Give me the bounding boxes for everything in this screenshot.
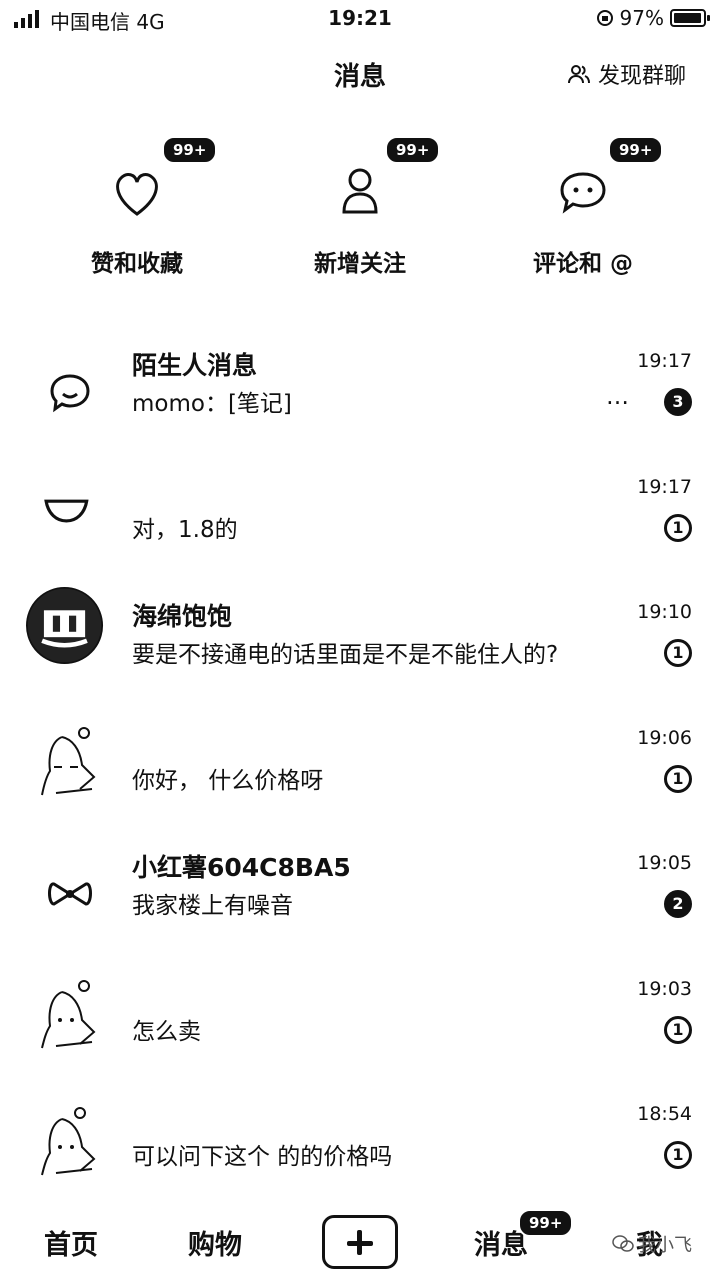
message-time: 19:03 bbox=[637, 978, 692, 1000]
battery-icon bbox=[670, 9, 710, 27]
discover-groups-button[interactable]: 发现群聊 bbox=[567, 58, 686, 90]
message-time: 19:05 bbox=[637, 852, 692, 874]
list-item-conversation[interactable]: 对，1.8的 19:17 1 bbox=[0, 456, 720, 581]
list-item-stranger-messages[interactable]: 陌生人消息 momo：[笔记] … 19:17 3 bbox=[0, 330, 720, 455]
message-time: 19:06 bbox=[637, 727, 692, 749]
comments-badge: 99+ bbox=[608, 136, 664, 164]
nav-home[interactable]: 首页 bbox=[44, 1223, 98, 1262]
avatar bbox=[41, 1107, 96, 1176]
list-item-conversation[interactable]: 海绵饱饱 要是不接通电的话里面是不是不能住人的? 19:10 1 bbox=[0, 581, 720, 706]
conversation-name: 陌生人消息 bbox=[132, 351, 258, 380]
message-time: 19:17 bbox=[637, 350, 692, 372]
list-item-conversation[interactable]: 小红薯604C8BA5 我家楼上有噪音 19:05 2 bbox=[0, 832, 720, 957]
bottom-nav: 首页 购物 消息 99+ 我 我小飞 bbox=[0, 1195, 720, 1280]
list-item-conversation[interactable]: 你好， 什么价格呀 19:06 1 bbox=[0, 707, 720, 832]
followers-label: 新增关注 bbox=[314, 251, 406, 277]
unread-count: 1 bbox=[664, 1141, 692, 1169]
stranger-chat-icon bbox=[50, 374, 90, 413]
avatar bbox=[41, 727, 96, 796]
conversation-name: 小红薯604C8BA5 bbox=[132, 853, 351, 882]
bow-icon bbox=[48, 882, 92, 906]
people-icon bbox=[567, 65, 590, 84]
conversation-preview: 我家楼上有噪音 bbox=[132, 893, 293, 919]
unread-count: 3 bbox=[664, 388, 692, 416]
person-icon bbox=[342, 168, 378, 214]
likes-badge: 99+ bbox=[162, 136, 218, 164]
conversation-preview: 怎么卖 bbox=[132, 1019, 201, 1045]
messages-badge: 99+ bbox=[518, 1209, 574, 1237]
list-item-conversation[interactable]: 可以问下这个 的的价格吗 18:54 1 bbox=[0, 1083, 720, 1208]
conversation-preview: 可以问下这个 的的价格吗 bbox=[132, 1144, 393, 1170]
comments-and-mentions-entry[interactable]: 99+ 评论和 @ bbox=[483, 120, 683, 290]
unread-count: 1 bbox=[664, 514, 692, 542]
followers-badge: 99+ bbox=[385, 136, 441, 164]
discover-groups-label: 发现群聊 bbox=[597, 64, 686, 89]
conversation-preview: momo：[笔记] bbox=[132, 391, 292, 417]
battery-level bbox=[674, 13, 702, 23]
watermark-text: 我小飞 bbox=[638, 1235, 692, 1256]
avatar bbox=[44, 499, 89, 523]
create-post-button[interactable] bbox=[322, 1215, 398, 1269]
unread-count: 1 bbox=[664, 1016, 692, 1044]
battery-percent: 97% bbox=[619, 6, 664, 30]
avatar bbox=[26, 587, 104, 665]
watermark: 我小飞 bbox=[612, 1231, 692, 1257]
status-bar: 中国电信 4G 19:21 97% bbox=[0, 0, 720, 40]
orientation-lock-icon bbox=[596, 10, 613, 26]
unread-count: 1 bbox=[664, 765, 692, 793]
unread-count: 2 bbox=[664, 890, 692, 918]
new-followers-entry[interactable]: 99+ 新增关注 bbox=[260, 120, 460, 290]
nav-shop[interactable]: 购物 bbox=[188, 1223, 242, 1262]
preview-ellipsis: … bbox=[606, 384, 629, 410]
comment-icon bbox=[560, 172, 606, 214]
message-time: 19:10 bbox=[637, 601, 692, 623]
conversation-preview: 对，1.8的 bbox=[132, 517, 238, 543]
avatar bbox=[41, 980, 96, 1049]
unread-count: 1 bbox=[664, 639, 692, 667]
conversation-name: 海绵饱饱 bbox=[132, 602, 233, 631]
heart-icon bbox=[116, 173, 158, 216]
likes-and-collections-entry[interactable]: 99+ 赞和收藏 bbox=[37, 120, 237, 290]
message-time: 18:54 bbox=[637, 1103, 692, 1125]
likes-label: 赞和收藏 bbox=[91, 251, 183, 277]
wechat-icon bbox=[612, 1235, 634, 1252]
conversation-preview: 你好， 什么价格呀 bbox=[132, 768, 324, 794]
conversation-preview: 要是不接通电的话里面是不是不能住人的? bbox=[132, 642, 559, 668]
list-item-conversation[interactable]: 怎么卖 19:03 1 bbox=[0, 958, 720, 1083]
message-time: 19:17 bbox=[637, 476, 692, 498]
comments-label: 评论和 @ bbox=[532, 251, 633, 277]
